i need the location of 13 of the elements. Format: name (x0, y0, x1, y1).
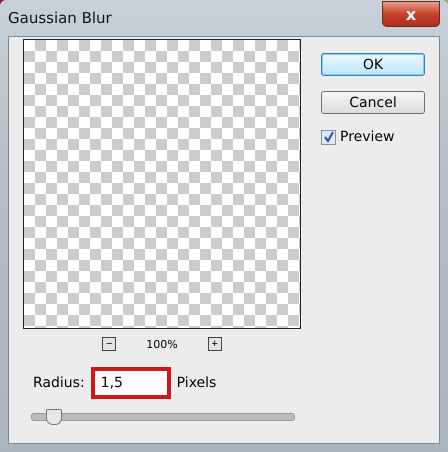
preview-label: Preview (340, 129, 394, 145)
slider-thumb[interactable] (46, 409, 62, 425)
zoom-out-button[interactable]: − (102, 337, 116, 351)
ok-button[interactable]: OK (321, 53, 425, 76)
radius-field[interactable]: 1,5 (90, 367, 171, 399)
preview-checkbox[interactable] (321, 130, 336, 144)
cancel-button[interactable]: Cancel (321, 91, 425, 114)
zoom-level: 100% (146, 338, 178, 350)
radius-label: Radius: (33, 375, 85, 391)
unit-label: Pixels (176, 375, 216, 391)
zoom-in-button[interactable]: + (208, 337, 222, 351)
window-title: Gaussian Blur (8, 9, 112, 27)
close-button[interactable]: x (382, 1, 440, 27)
